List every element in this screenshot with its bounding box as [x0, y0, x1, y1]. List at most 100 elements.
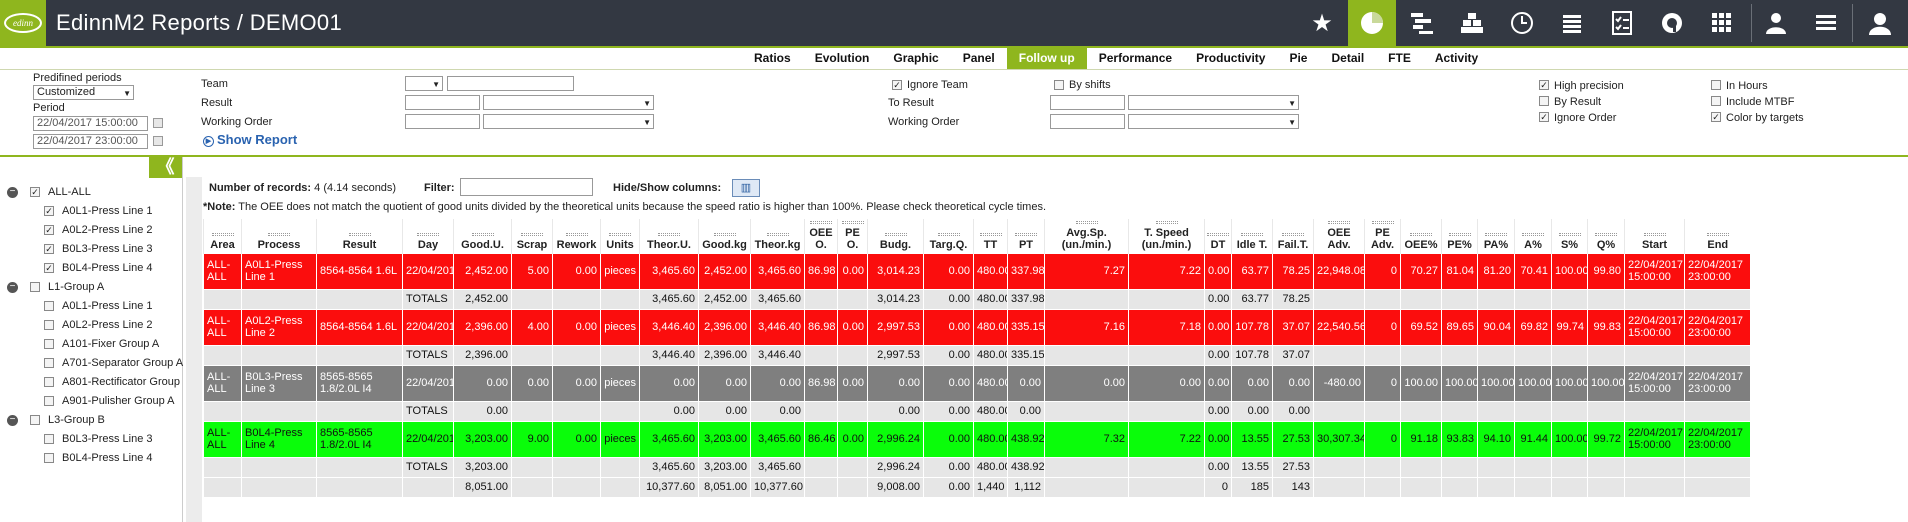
tab-follow-up[interactable]: Follow up: [1006, 48, 1087, 69]
show-report-button[interactable]: ▶ Show Report: [203, 132, 297, 147]
column-header[interactable]: Q%: [1587, 219, 1625, 253]
drag-handle-icon[interactable]: [565, 232, 588, 236]
user-icon[interactable]: [1752, 0, 1800, 46]
column-header[interactable]: Budg.: [867, 219, 924, 253]
column-header[interactable]: End: [1684, 219, 1751, 253]
sidebar-scrollbar[interactable]: [186, 177, 202, 522]
period-from-input[interactable]: 22/04/2017 15:00:00: [33, 116, 148, 131]
drag-handle-icon[interactable]: [521, 232, 543, 236]
tree-node-checkbox[interactable]: [44, 377, 54, 387]
pie-chart-icon[interactable]: [1348, 0, 1396, 46]
drag-handle-icon[interactable]: [1410, 232, 1432, 236]
drag-handle-icon[interactable]: [1371, 220, 1394, 224]
team-select[interactable]: [405, 76, 443, 91]
drag-handle-icon[interactable]: [1595, 232, 1617, 236]
tree-node-checkbox[interactable]: [44, 453, 54, 463]
period-to-input[interactable]: 22/04/2017 23:00:00: [33, 134, 148, 149]
tab-panel[interactable]: Panel: [951, 48, 1007, 69]
drag-handle-icon[interactable]: [1522, 232, 1544, 236]
tree-node-checkbox[interactable]: [44, 396, 54, 406]
tree-node-checkbox[interactable]: [30, 187, 40, 197]
column-header[interactable]: Area: [203, 219, 242, 253]
drag-handle-icon[interactable]: [268, 232, 290, 236]
collapse-node-icon[interactable]: −: [7, 187, 18, 198]
drag-handle-icon[interactable]: [1448, 232, 1471, 236]
column-header[interactable]: PE O.: [837, 219, 868, 253]
checklist-icon[interactable]: [1598, 0, 1646, 46]
tree-node-checkbox[interactable]: [44, 225, 54, 235]
tree-node-checkbox[interactable]: [44, 244, 54, 254]
drag-handle-icon[interactable]: [884, 232, 907, 236]
working-order-select-2[interactable]: [1128, 114, 1299, 129]
drag-handle-icon[interactable]: [766, 232, 789, 236]
column-header[interactable]: Good.kg: [698, 219, 751, 253]
column-header[interactable]: Process: [241, 219, 317, 253]
high-precision-checkbox[interactable]: [1539, 80, 1549, 90]
calendar-icon[interactable]: [153, 136, 163, 146]
drag-handle-icon[interactable]: [713, 232, 736, 236]
table-row[interactable]: ALL-ALL A0L2-Press Line 2 8564-8564 1.6L 22…: [203, 308, 1751, 346]
drag-handle-icon[interactable]: [1643, 232, 1666, 236]
column-header[interactable]: OEE%: [1400, 219, 1442, 253]
collapse-sidebar-button[interactable]: 《: [149, 157, 182, 178]
tab-pie[interactable]: Pie: [1277, 48, 1319, 69]
tree-node-checkbox[interactable]: [30, 415, 40, 425]
to-result-input[interactable]: [1050, 95, 1125, 110]
column-header[interactable]: A%: [1514, 219, 1552, 253]
collapse-node-icon[interactable]: −: [7, 415, 18, 426]
drag-handle-icon[interactable]: [937, 232, 960, 236]
drag-handle-icon[interactable]: [1485, 232, 1507, 236]
q-icon[interactable]: [1648, 0, 1696, 46]
column-header[interactable]: PT: [1007, 219, 1045, 253]
ignore-team-checkbox[interactable]: [892, 80, 902, 90]
table-row[interactable]: ALL-ALL A0L1-Press Line 1 8564-8564 1.6L 22…: [203, 252, 1751, 290]
ignore-order-checkbox[interactable]: [1539, 112, 1549, 122]
column-header[interactable]: T. Speed (un./min.): [1128, 219, 1205, 253]
drag-handle-icon[interactable]: [211, 232, 234, 236]
column-header[interactable]: Idle T.: [1231, 219, 1273, 253]
drag-handle-icon[interactable]: [609, 232, 631, 236]
predefined-periods-select[interactable]: Customized: [33, 85, 134, 100]
tab-ratios[interactable]: Ratios: [742, 48, 803, 69]
drag-handle-icon[interactable]: [1706, 232, 1729, 236]
gantt-icon[interactable]: [1398, 0, 1446, 46]
clock-icon[interactable]: [1498, 0, 1546, 46]
tab-performance[interactable]: Performance: [1087, 48, 1184, 69]
tab-activity[interactable]: Activity: [1423, 48, 1490, 69]
column-header[interactable]: Scrap: [511, 219, 553, 253]
drag-handle-icon[interactable]: [1075, 220, 1098, 224]
tree-node-checkbox[interactable]: [30, 282, 40, 292]
drag-handle-icon[interactable]: [1558, 232, 1581, 236]
column-header[interactable]: S%: [1551, 219, 1588, 253]
result-select[interactable]: [483, 95, 654, 110]
working-order-select[interactable]: [483, 114, 654, 129]
tree-node-checkbox[interactable]: [44, 339, 54, 349]
drag-handle-icon[interactable]: [979, 232, 1002, 236]
table-row[interactable]: ALL-ALL B0L4-Press Line 4 8565-8565 1.8/2.…: [203, 420, 1751, 458]
drag-handle-icon[interactable]: [1282, 232, 1304, 236]
tab-detail[interactable]: Detail: [1319, 48, 1376, 69]
tree-node-checkbox[interactable]: [44, 263, 54, 273]
layers-icon[interactable]: [1548, 0, 1596, 46]
star-icon[interactable]: ★: [1298, 0, 1346, 46]
column-header[interactable]: Fail.T.: [1272, 219, 1314, 253]
by-shifts-checkbox[interactable]: [1054, 80, 1064, 90]
column-header[interactable]: OEE O.: [804, 219, 838, 253]
column-header[interactable]: PE%: [1441, 219, 1478, 253]
tree-node-checkbox[interactable]: [44, 301, 54, 311]
drag-handle-icon[interactable]: [417, 232, 439, 236]
drag-handle-icon[interactable]: [1155, 220, 1178, 224]
drag-handle-icon[interactable]: [810, 220, 832, 224]
color-by-targets-checkbox[interactable]: [1711, 112, 1721, 122]
drag-handle-icon[interactable]: [1241, 232, 1263, 236]
tab-fte[interactable]: FTE: [1376, 48, 1423, 69]
columns-toggle-button[interactable]: ▥: [732, 179, 760, 197]
working-order-input[interactable]: [405, 114, 480, 129]
result-input[interactable]: [405, 95, 480, 110]
column-header[interactable]: Good.U.: [453, 219, 512, 253]
working-order-input-2[interactable]: [1050, 114, 1125, 129]
tree-node-checkbox[interactable]: [44, 206, 54, 216]
totals-row[interactable]: TOTALS 0.00 0.00 0.00 0.00 0.00 0.00 480.00 0.00…: [203, 400, 1751, 422]
column-header[interactable]: DT: [1204, 219, 1232, 253]
tree-node-checkbox[interactable]: [44, 434, 54, 444]
